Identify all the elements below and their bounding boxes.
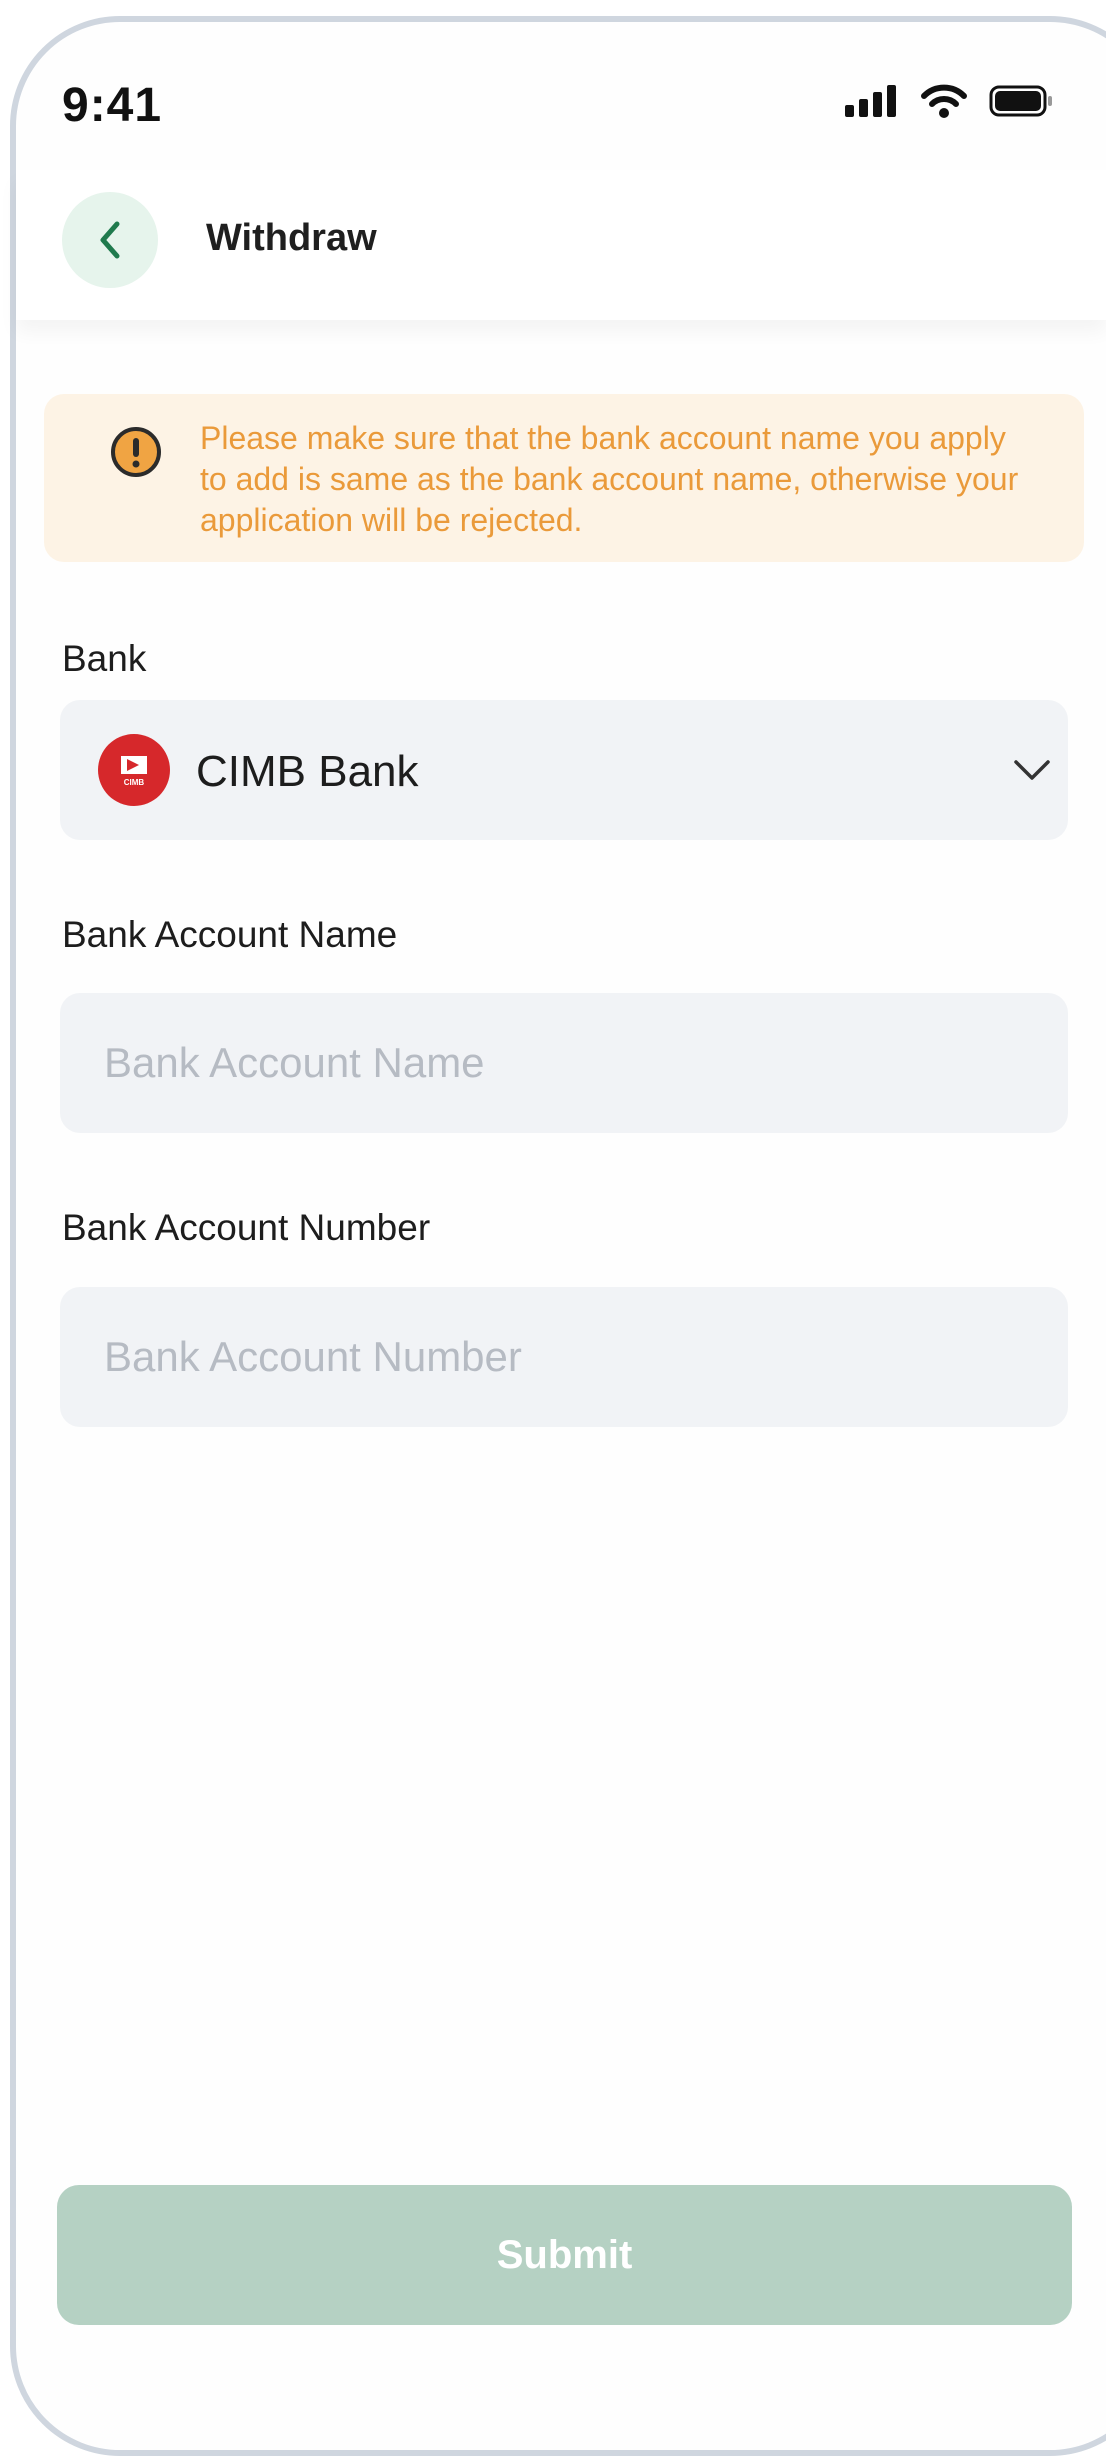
account-name-input[interactable] xyxy=(60,993,1068,1133)
bank-select[interactable]: CIMB CIMB Bank xyxy=(60,700,1068,840)
bank-logo-text: CIMB xyxy=(123,777,145,787)
wifi-icon xyxy=(921,84,967,118)
bank-label: Bank xyxy=(62,638,147,679)
app-header xyxy=(16,170,1106,320)
submit-button[interactable]: Submit xyxy=(57,2185,1072,2325)
battery-icon xyxy=(989,85,1052,117)
signal-icon xyxy=(845,85,896,117)
page-title: Withdraw xyxy=(206,217,377,259)
status-icons xyxy=(845,84,1053,118)
account-number-label: Bank Account Number xyxy=(62,1207,431,1248)
account-number-field-wrapper xyxy=(60,1287,1068,1427)
exclamation-icon xyxy=(111,427,161,477)
chevron-left-icon xyxy=(100,221,120,259)
chevron-down-icon xyxy=(1014,760,1050,780)
account-name-label: Bank Account Name xyxy=(62,914,398,955)
account-name-field-wrapper xyxy=(60,993,1068,1133)
account-number-input[interactable] xyxy=(60,1287,1068,1427)
notice-text: Please make sure that the bank account n… xyxy=(200,420,1019,538)
cimb-logo-icon: CIMB xyxy=(98,734,170,806)
status-time: 9:41 xyxy=(62,79,163,132)
back-button[interactable] xyxy=(62,192,158,288)
bank-selected-value: CIMB Bank xyxy=(196,747,419,796)
